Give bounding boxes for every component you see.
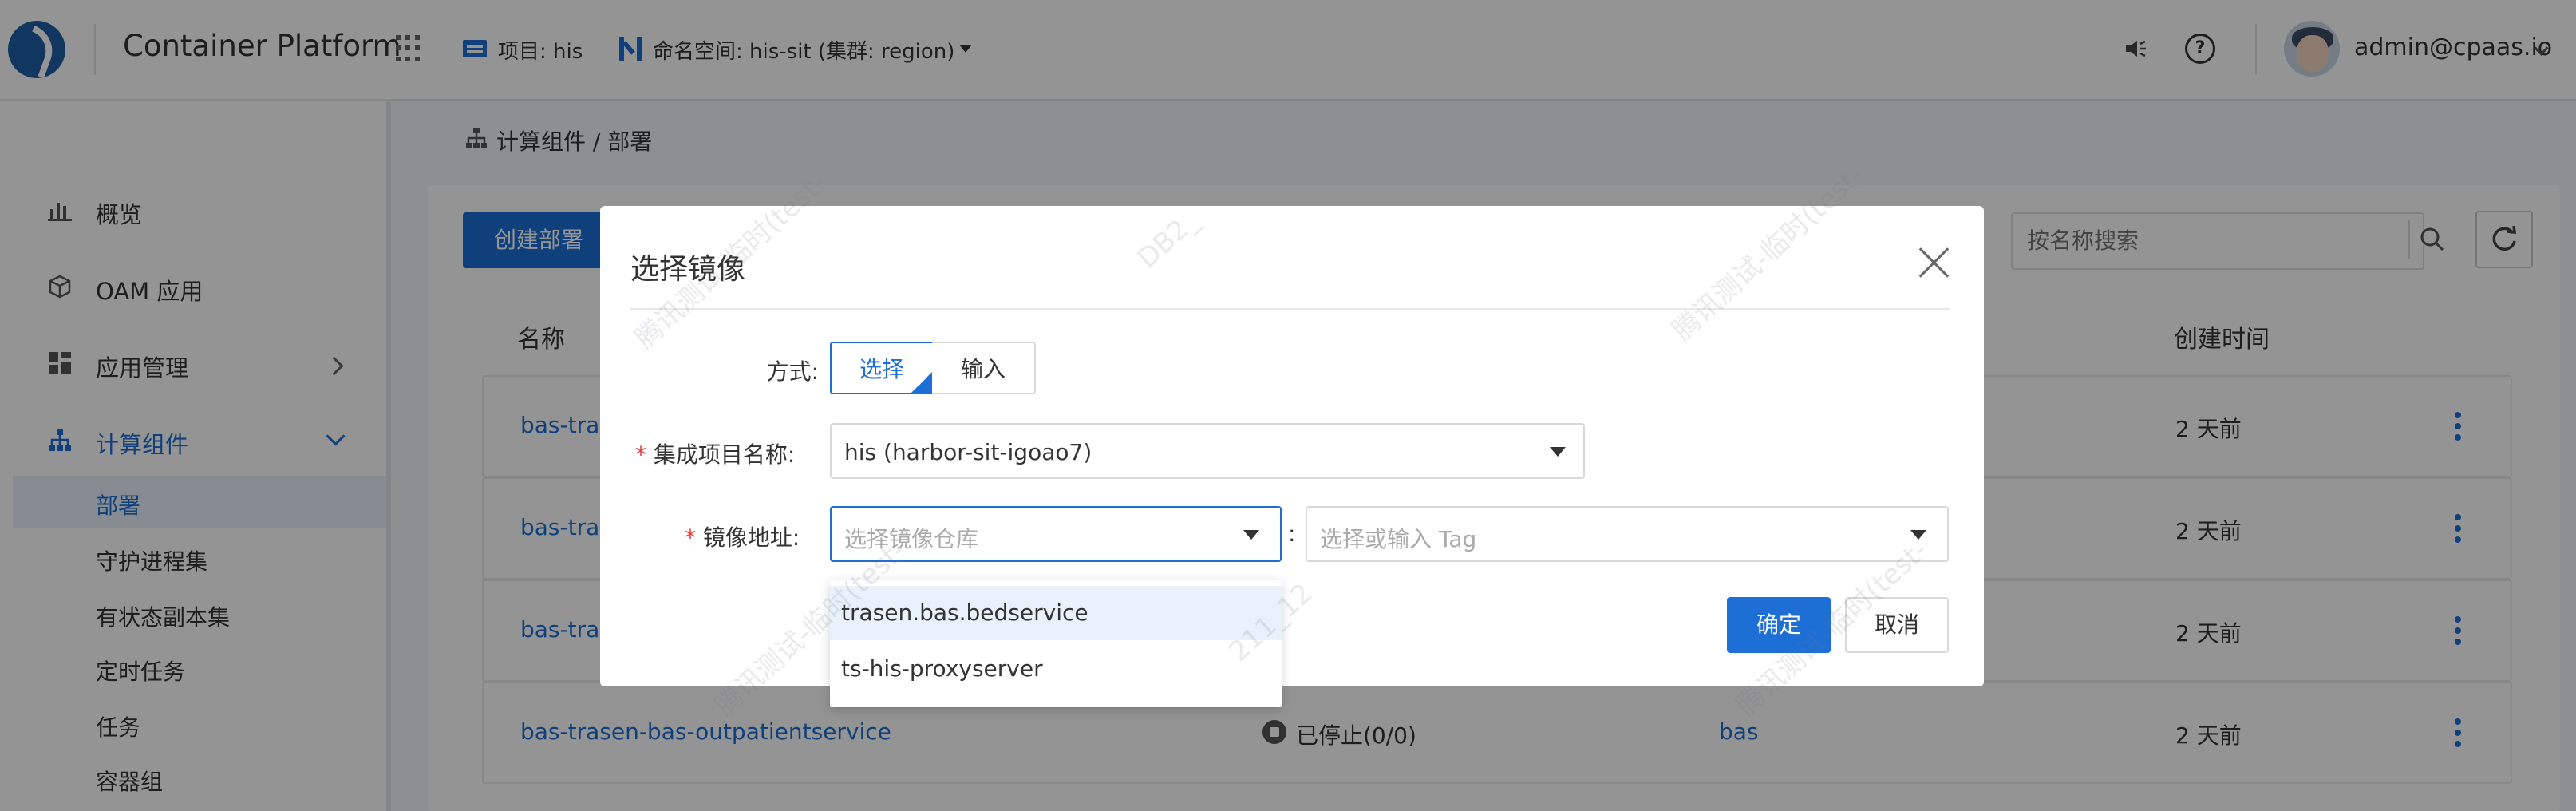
mode-option-input[interactable]: 输入 (932, 342, 1036, 394)
dropdown-option[interactable]: ts-his-proxyserver (830, 642, 1282, 696)
confirm-button[interactable]: 确定 (1727, 597, 1831, 653)
image-tag-placeholder: 选择或输入 Tag (1320, 526, 1477, 552)
caret-down-icon (1550, 447, 1566, 457)
image-tag-select[interactable]: 选择或输入 Tag (1306, 506, 1949, 562)
project-select[interactable]: his (harbor-sit-igoao7) (830, 423, 1585, 479)
image-repo-select[interactable]: 选择镜像仓库 (830, 506, 1282, 562)
close-icon[interactable] (1917, 244, 1952, 279)
project-name-label: * 集成项目名称: (635, 441, 796, 468)
repo-tag-separator: : (1288, 520, 1296, 547)
dialog-title: 选择镜像 (630, 253, 746, 286)
dropdown-option[interactable]: trasen.bas.bedservice (830, 586, 1282, 640)
mode-label: 方式: (766, 358, 819, 385)
caret-down-icon (1910, 530, 1926, 540)
image-address-label: * 镜像地址: (685, 524, 800, 551)
caret-down-icon (1243, 530, 1259, 540)
dialog-divider (630, 308, 1950, 310)
image-repo-dropdown: trasen.bas.bedservice ts-his-proxyserver (830, 580, 1282, 707)
mode-option-select[interactable]: 选择 (830, 342, 934, 394)
cancel-button[interactable]: 取消 (1845, 597, 1949, 653)
project-select-value: his (harbor-sit-igoao7) (844, 439, 1092, 465)
image-repo-placeholder: 选择镜像仓库 (844, 526, 979, 552)
